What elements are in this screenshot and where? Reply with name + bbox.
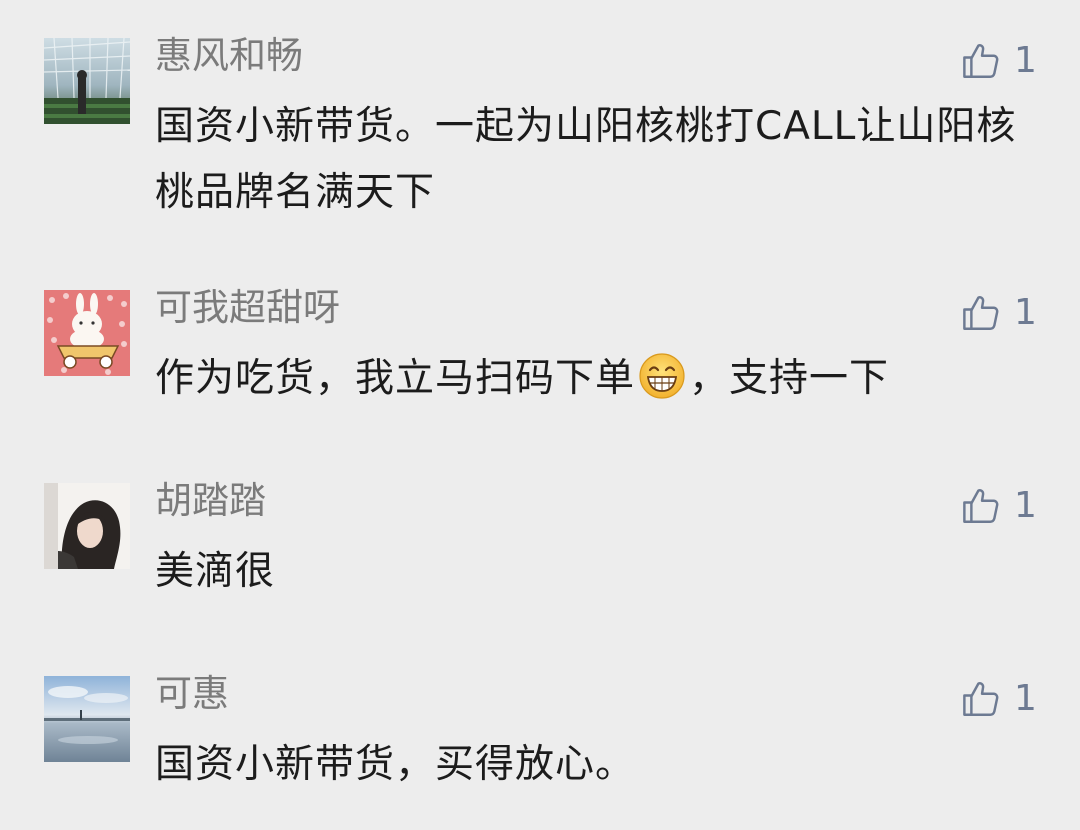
thumbs-up-outline-icon: [963, 44, 999, 78]
comment-list: 惠风和畅 1 国资小新带货。一起为山阳核桃打CALL让山阳核桃品牌名满天下 可我…: [0, 0, 1080, 830]
like-count: 1: [1014, 40, 1037, 81]
username[interactable]: 惠风和畅: [155, 34, 303, 78]
girl-portrait-avatar: [44, 483, 130, 569]
avatar[interactable]: [44, 38, 130, 124]
like-button[interactable]: 1: [960, 483, 1037, 529]
avatar[interactable]: [44, 290, 130, 376]
seaside-photo-avatar: [44, 676, 130, 762]
grinning-face-emoji-icon: [637, 351, 687, 401]
greenhouse-photo-avatar: [44, 38, 130, 124]
username[interactable]: 可我超甜呀: [155, 286, 340, 330]
like-button[interactable]: 1: [960, 676, 1037, 722]
comment-text: 美滴很: [155, 549, 276, 594]
bunny-cart-avatar: [44, 290, 130, 376]
like-count: 1: [1014, 292, 1037, 333]
like-button[interactable]: 1: [960, 38, 1037, 84]
thumbs-up-outline-icon: [963, 489, 999, 523]
username[interactable]: 胡踏踏: [155, 479, 266, 523]
like-button[interactable]: 1: [960, 290, 1037, 336]
comment-text-part: ，支持一下: [689, 356, 890, 401]
avatar[interactable]: [44, 483, 130, 569]
thumbs-up-outline-icon: [963, 296, 999, 330]
like-count: 1: [1014, 678, 1037, 719]
comment-text: 国资小新带货，买得放心。: [155, 742, 636, 787]
avatar[interactable]: [44, 676, 130, 762]
comment-text: 国资小新带货。一起为山阳核桃打CALL让山阳核桃品牌名满天下: [155, 104, 1017, 215]
username[interactable]: 可惠: [155, 672, 229, 716]
like-count: 1: [1014, 485, 1037, 526]
thumbs-up-outline-icon: [963, 682, 999, 716]
comment-text-part: 作为吃货，我立马扫码下单: [155, 356, 636, 401]
comment-text: 作为吃货，我立马扫码下单 ，支持一下: [155, 346, 1025, 412]
